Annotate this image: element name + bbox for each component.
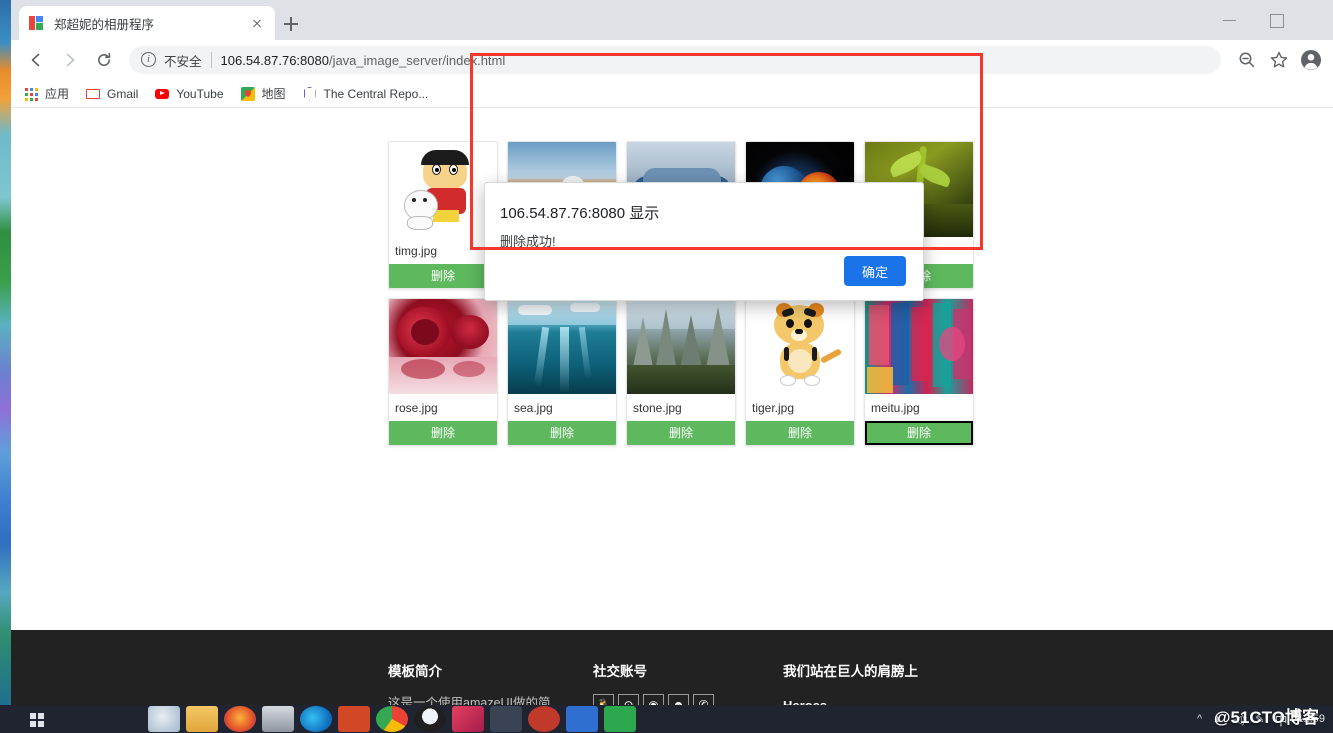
bookmarks-bar: 应用 Gmail YouTube 地图 The Central Repo... (11, 80, 1333, 108)
address-bar[interactable]: i 不安全 106.54.87.76:8080/java_image_serve… (129, 46, 1221, 74)
maven-hexagon-icon (302, 86, 318, 102)
file-explorer-icon[interactable] (186, 706, 218, 732)
windows-start-icon[interactable] (0, 705, 44, 733)
desktop-background (0, 0, 11, 705)
bookmark-central-repo[interactable]: The Central Repo... (302, 86, 429, 102)
screen: 郑超妮的相册程序 i 不安全 106.54.87.76:8080/java_im… (0, 0, 1333, 733)
security-label: 不安全 (164, 54, 202, 69)
bookmark-label: Gmail (107, 86, 139, 101)
url-path: /java_image_server/index.html (328, 52, 506, 68)
bookmark-maps[interactable]: 地图 (240, 85, 286, 102)
tab-strip: 郑超妮的相册程序 (11, 0, 1333, 40)
bookmark-label: 地图 (261, 87, 286, 101)
close-icon[interactable] (249, 15, 265, 31)
url-host: 106.54.87.76:8080 (220, 52, 329, 68)
windows-taskbar: ^ ▲ ◁) ✎ 中 12:59 (0, 705, 1333, 733)
back-arrow-icon[interactable] (22, 46, 50, 74)
powerpoint-icon[interactable] (338, 706, 370, 732)
firefox-icon[interactable] (224, 706, 256, 732)
chrome-icon[interactable] (376, 706, 408, 732)
edge-icon[interactable] (300, 706, 332, 732)
chevron-up-icon[interactable]: ^ (1197, 713, 1202, 725)
zoom-out-icon[interactable] (1233, 46, 1261, 74)
pdf-icon[interactable] (452, 706, 484, 732)
info-circle-icon[interactable]: i (141, 52, 157, 68)
browser-window: 郑超妮的相册程序 i 不安全 106.54.87.76:8080/java_im… (11, 0, 1333, 705)
bookmark-label: YouTube (176, 86, 224, 101)
watermark: @51CTO博客 (1213, 708, 1319, 727)
new-tab-icon[interactable] (279, 12, 303, 36)
bookmark-star-icon[interactable] (1265, 46, 1293, 74)
page-viewport: timg.jpg 删除 bird.jpg 删除 (11, 108, 1333, 705)
taskbar-apps (144, 706, 636, 732)
bookmark-youtube[interactable]: YouTube (154, 86, 224, 102)
music-icon[interactable] (528, 706, 560, 732)
bookmark-apps[interactable]: 应用 (23, 85, 69, 102)
bookmark-label: The Central Repo... (323, 86, 429, 101)
google-maps-icon (240, 86, 256, 102)
divider (210, 52, 212, 68)
javascript-alert-dialog: 106.54.87.76:8080 显示 删除成功! 确定 (484, 182, 924, 301)
toolbar-actions (1229, 46, 1325, 74)
dialog-message: 删除成功! (500, 234, 556, 249)
app-green-icon[interactable] (604, 706, 636, 732)
apps-grid-icon (23, 86, 39, 102)
gmail-icon (85, 86, 101, 102)
minimize-icon[interactable] (1208, 0, 1254, 40)
reload-icon[interactable] (90, 46, 118, 74)
windows-logo-icon (29, 15, 45, 31)
close-icon[interactable] (1300, 0, 1333, 40)
bookmark-label: 应用 (45, 87, 70, 101)
weather-icon[interactable] (148, 706, 180, 732)
youtube-icon (154, 86, 170, 102)
app-icon[interactable] (262, 706, 294, 732)
window-controls (1208, 0, 1333, 40)
tab-title: 郑超妮的相册程序 (54, 17, 155, 32)
forward-arrow-icon[interactable] (56, 46, 84, 74)
url-text: 106.54.87.76:8080/java_image_server/inde… (221, 53, 506, 68)
dialog-title: 106.54.87.76:8080 显示 (500, 205, 660, 222)
maximize-icon[interactable] (1254, 0, 1300, 40)
chrome-active-icon[interactable] (490, 706, 522, 732)
bookmark-gmail[interactable]: Gmail (85, 86, 138, 102)
browser-toolbar: i 不安全 106.54.87.76:8080/java_image_serve… (11, 40, 1333, 80)
wps-icon[interactable] (566, 706, 598, 732)
qq-icon[interactable] (414, 706, 446, 732)
browser-tab[interactable]: 郑超妮的相册程序 (19, 6, 275, 40)
confirm-button[interactable]: 确定 (844, 256, 906, 286)
profile-avatar-icon[interactable] (1297, 46, 1325, 74)
